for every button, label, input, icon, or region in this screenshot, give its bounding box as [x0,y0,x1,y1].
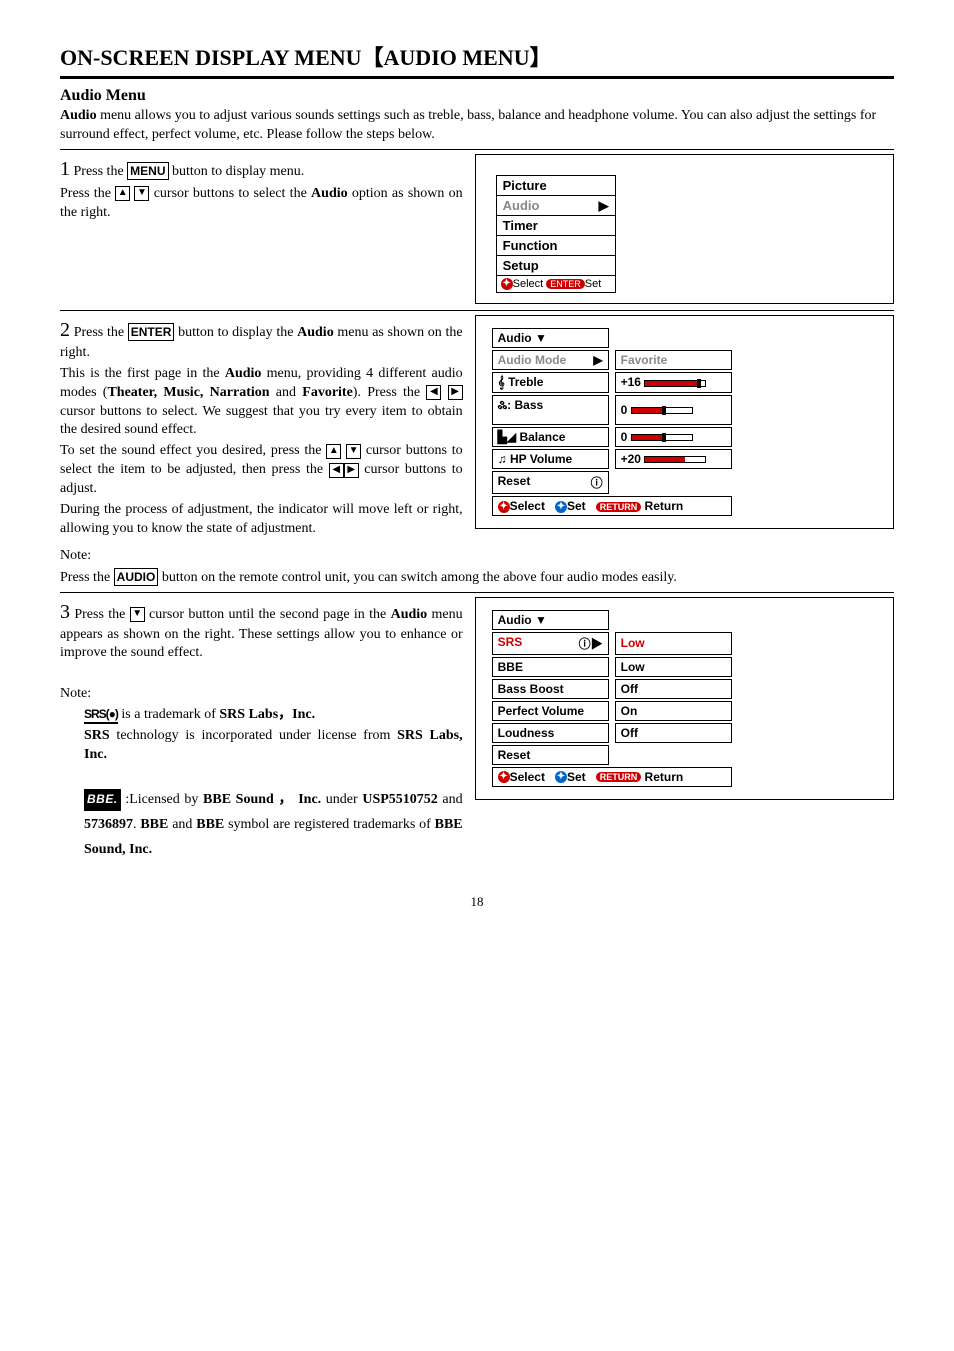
row-bbe: BBE [492,657,609,677]
set-circle-icon: ✦ [555,771,567,783]
right-arrow-icon: ▶ [448,385,463,400]
val-favorite: Favorite [615,350,732,370]
row-treble: 𝄞 Treble [492,372,609,393]
nav-circle-icon: ✦ [498,771,510,783]
menu-item-audio: Audio▶ [496,195,616,216]
left-arrow-icon: ◀ [329,463,344,478]
set-circle-icon: ✦ [555,501,567,513]
step-number-2: 2 [60,319,70,341]
return-pill: RETURN [596,772,642,782]
reset-icon: ⓘ [591,474,603,491]
title-bracket: 【AUDIO MENU】 [362,45,552,70]
osd-menu-2: Audio ▼ Audio Mode ▶ Favorite 𝄞 Treble +16… [475,315,894,529]
note-label: Note: [60,547,894,566]
row-srs: SRS ⓘ▶ [492,632,609,655]
step3-text: 3 Press the ▼ cursor button until the se… [60,597,475,865]
val-bass-boost: Off [615,679,732,699]
val-bbe: Low [615,657,732,677]
bbe-trademark-note: BBE. :Licensed by BBE Sound ， Inc. under… [60,787,463,863]
val-perfect-volume: On [615,701,732,721]
row-audio-mode: Audio Mode ▶ [492,350,609,370]
osd-menu-3: Audio ▼ SRS ⓘ▶ Low BBE Low Bass Boost Off P… [475,597,894,800]
menu-item-picture: Picture [496,175,616,196]
section-heading: Audio Menu [60,87,894,105]
headphone-icon: ♫ [498,452,507,466]
srs-logo-icon: SRS(●) [84,706,118,724]
balance-icon: ▙◢ [498,430,516,444]
left-arrow-icon: ◀ [426,385,441,400]
note-icon: 𝄞 [498,375,505,389]
row-perfect-volume: Perfect Volume [492,701,609,721]
page-title: ON-SCREEN DISPLAY MENU【AUDIO MENU】 [60,40,894,72]
enter-pill: ENTER [546,279,585,289]
menu-footer: ✦Select ENTERSet [496,275,616,293]
audio-button-label: AUDIO [114,568,159,586]
val-loudness: Off [615,723,732,743]
audio-header: Audio ▼ [492,610,609,630]
menu-button-label: MENU [127,162,168,180]
row-bass-boost: Bass Boost [492,679,609,699]
row-reset: Reset [492,745,609,765]
right-triangle-icon: ▶ [599,198,609,214]
divider [60,76,894,79]
enter-button-label: ENTER [128,323,175,341]
down-arrow-icon: ▼ [130,607,145,622]
nav-circle-icon: ✦ [498,501,510,513]
up-arrow-icon: ▲ [115,186,130,201]
row-balance: ▙◢ Balance [492,427,609,447]
val-bass: 0 [615,395,732,425]
divider [60,310,894,311]
step-number-3: 3 [60,601,70,623]
down-triangle-icon: ▼ [535,613,547,627]
osd-menu-1: Picture Audio▶ Timer Function Setup ✦Sel… [475,154,894,304]
down-triangle-icon: ▼ [535,331,547,345]
title-prefix: ON-SCREEN DISPLAY MENU [60,45,362,70]
down-arrow-icon: ▼ [346,444,361,459]
page-number: 18 [60,894,894,910]
val-srs: Low [615,632,732,655]
row-reset: Reset ⓘ [492,471,609,494]
val-hp-volume: +20 [615,449,732,469]
right-triangle-icon: ▶ [593,353,602,367]
step2-text: 2 Press the ENTER button to display the … [60,315,475,541]
menu-item-timer: Timer [496,215,616,236]
row-loudness: Loudness [492,723,609,743]
menu-item-function: Function [496,235,616,256]
step-number-1: 1 [60,158,70,180]
menu-item-setup: Setup [496,255,616,276]
intro-bold: Audio [60,108,97,123]
nav-circle-icon: ✦ [501,278,513,290]
step1-text: 1 Press the MENU button to display menu.… [60,154,475,225]
menu-footer: ✦Select ✦Set RETURN Return [492,767,732,787]
note-audio-button: Press the AUDIO button on the remote con… [60,568,894,588]
note-label-2: Note: [60,685,463,704]
down-arrow-icon: ▼ [134,186,149,201]
val-treble: +16 [615,372,732,393]
return-pill: RETURN [596,502,642,512]
menu-footer: ✦Select ✦Set RETURN Return [492,496,732,516]
row-hp-volume: ♫ HP Volume [492,449,609,469]
right-arrow-icon: ▶ [344,463,359,478]
intro-text: Audio menu allows you to adjust various … [60,107,894,145]
srs-trademark-note: SRS(●) is a trademark of SRS Labs，Inc. [60,706,463,725]
ear-icon: 𑗘: [498,398,512,412]
srs-license-note: SRS technology is incorporated under lic… [60,727,463,765]
up-arrow-icon: ▲ [326,444,341,459]
divider [60,592,894,593]
audio-header: Audio ▼ [492,328,609,348]
row-bass: 𑗘: Bass [492,395,609,425]
bbe-logo-icon: BBE. [84,789,121,811]
val-balance: 0 [615,427,732,447]
divider [60,149,894,150]
right-triangle-icon: ⓘ▶ [579,635,603,652]
